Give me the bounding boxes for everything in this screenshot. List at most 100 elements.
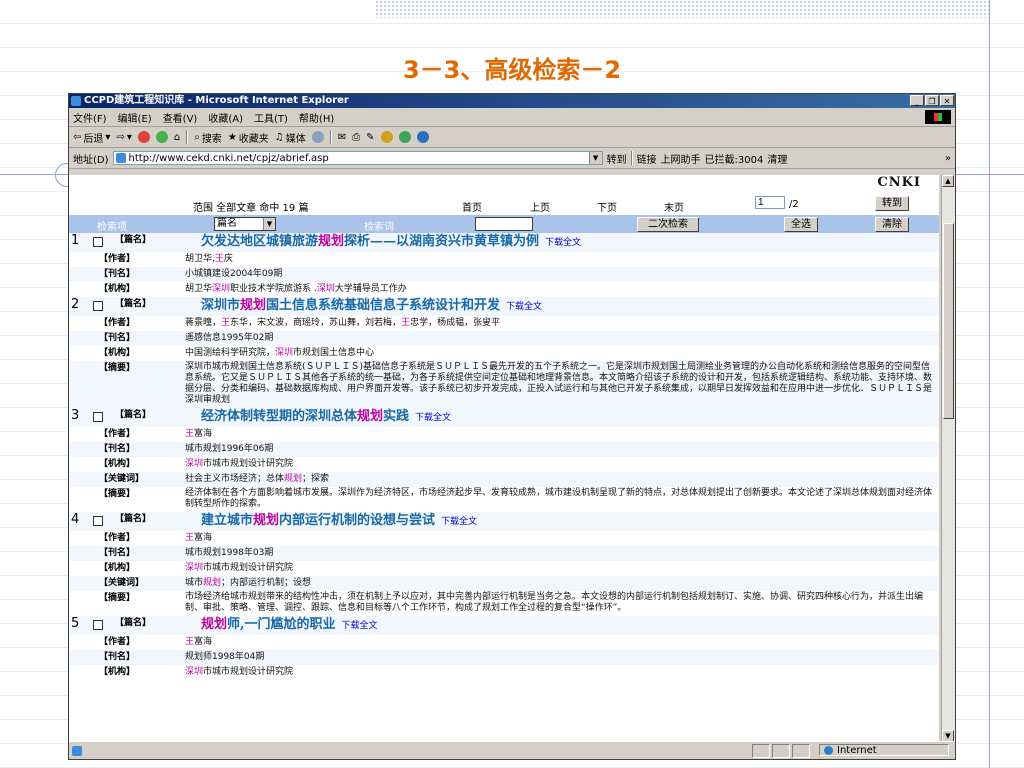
record-abstract: 经济体制在各个方面影响着城市发展。深圳作为经济特区，市场经济起步早、发育较成熟，… (161, 487, 939, 512)
blocked-counter[interactable]: 已拦截:3004 (705, 151, 764, 166)
record-field-label: 【刊名】 (99, 548, 136, 558)
select-all-button[interactable]: 全选 (784, 217, 818, 232)
record-title-link[interactable]: 建立城市规划内部运行机制的设想与尝试 下载全文 (177, 512, 939, 531)
record-title-link[interactable]: 欠发达地区城镇旅游规划探析——以湖南资兴市黄草镇为例 下载全文 (177, 233, 939, 252)
record-field-value: 城市规划1998年03期 (161, 546, 939, 561)
first-page-link[interactable]: 首页 (462, 199, 482, 214)
links-button[interactable]: 链接 (637, 151, 657, 166)
secondary-search-button[interactable]: 二次检索 (637, 217, 699, 232)
close-button[interactable]: ✕ (940, 95, 954, 106)
clear-button[interactable]: 清除 (875, 217, 909, 232)
record-field-label: 【机构】 (99, 459, 136, 469)
value-highlight: 王 (185, 429, 195, 439)
print-button[interactable]: ⎙ (352, 132, 360, 143)
value-text: 蒋景曈， (185, 318, 222, 328)
record-title-link[interactable]: 规划师,一门尴尬的职业 下载全文 (177, 616, 939, 635)
discuss-button[interactable] (380, 131, 393, 143)
pagination-bar: 范围 全部文章 命中 19 篇 首页 上页 下页 末页 /2 转到 (69, 193, 939, 215)
address-label: 地址(D) (73, 154, 109, 166)
record-title-row: 5 【篇名】 规划师,一门尴尬的职业 下载全文 (69, 616, 939, 635)
minimize-button[interactable]: _ (910, 95, 924, 106)
status-cell (792, 744, 810, 758)
more-chevron-icon[interactable]: » (945, 153, 951, 164)
slide-title: 3－3、高级检索－2 (402, 56, 622, 84)
goto-page-button[interactable]: 转到 (875, 196, 909, 211)
record-field-value: 胡卫华,王庆 (161, 252, 939, 267)
prev-page-link[interactable]: 上页 (530, 199, 550, 214)
forward-arrow-icon: ⇨ (116, 131, 125, 143)
favorites-icon: ★ (227, 131, 237, 143)
record-field-label: 【刊名】 (99, 269, 136, 279)
edit-button[interactable]: ✎ (366, 132, 374, 143)
history-button[interactable] (311, 131, 324, 143)
address-input[interactable]: http://www.cekd.cnki.net/cpjz/abrief.asp… (112, 151, 603, 165)
home-button[interactable]: ⌂ (174, 132, 180, 143)
value-text: 经济体制在各个方面影响着城市发展。深圳作为经济特区，市场经济起步早、发育较成熟，… (185, 488, 933, 509)
download-fulltext-link[interactable]: 下载全文 (506, 302, 542, 312)
record-field-row: 【机构】 深圳市城市规划设计研究院 (69, 665, 939, 680)
last-page-link[interactable]: 末页 (664, 199, 684, 214)
value-text: 市城市规划设计研究院 (203, 459, 294, 469)
menu-edit[interactable]: 编辑(E) (118, 110, 152, 125)
record-checkbox[interactable] (93, 301, 103, 311)
helper-button[interactable]: 上网助手 (661, 151, 701, 166)
forward-button[interactable]: ⇨ ▾ (116, 132, 131, 143)
download-fulltext-link[interactable]: 下载全文 (342, 621, 378, 631)
menu-file[interactable]: 文件(F) (73, 110, 107, 125)
go-button[interactable]: 转到 (607, 151, 627, 166)
menu-view[interactable]: 查看(V) (163, 110, 198, 125)
result-record: 4 【篇名】 建立城市规划内部运行机制的设想与尝试 下载全文 【作者】 王富海 【刊名】 城市… (69, 512, 939, 616)
value-text: 胡卫华, (185, 254, 215, 264)
favorites-button[interactable]: ★ 收藏夹 (228, 130, 269, 145)
value-text: 富海 (194, 533, 213, 543)
record-field-value: 小城镇建设2004年09期 (161, 267, 939, 282)
title-highlight: 规划 (357, 409, 384, 424)
restore-button[interactable]: ❐ (925, 95, 939, 106)
record-field-label: 【篇名】 (115, 618, 152, 628)
back-button[interactable]: ⇦ 后退 ▾ (73, 130, 110, 145)
title-highlight: 规划 (318, 234, 345, 249)
field-header: 检索项 (97, 222, 127, 233)
secondary-search-bar: 检索项 篇名 ▼ 检索词 二次检索 全选 清除 (69, 215, 939, 233)
value-text: 胡卫华 (185, 284, 213, 294)
record-field-label: 【作者】 (99, 254, 136, 264)
search-button[interactable]: ⌕ 搜索 (194, 130, 222, 145)
title-text: 国土信息系统基础信息子系统设计和开发 (266, 298, 501, 313)
window-titlebar[interactable]: CCPD建筑工程知识库 - Microsoft Internet Explore… (69, 94, 955, 108)
record-checkbox[interactable] (93, 412, 103, 422)
record-field-label: 【摘要】 (99, 489, 136, 499)
mail-button[interactable]: ✉ (338, 132, 346, 143)
page-number-input[interactable] (755, 196, 785, 209)
chevron-down-icon[interactable]: ▼ (588, 152, 602, 164)
menu-tools[interactable]: 工具(T) (254, 110, 288, 125)
download-fulltext-link[interactable]: 下载全文 (441, 517, 477, 527)
record-number: 2 (71, 297, 80, 312)
record-title-link[interactable]: 深圳市规划国土信息系统基础信息子系统设计和开发 下载全文 (177, 297, 939, 316)
download-fulltext-link[interactable]: 下载全文 (545, 238, 581, 248)
value-highlight: 深圳 (185, 563, 204, 573)
windows-logo-icon (925, 110, 951, 124)
keyword-input[interactable] (475, 217, 533, 231)
record-checkbox[interactable] (93, 237, 103, 247)
menu-bar: 文件(F) 编辑(E) 查看(V) 收藏(A) 工具(T) 帮助(H) (69, 108, 955, 127)
next-page-link[interactable]: 下页 (597, 199, 617, 214)
record-checkbox[interactable] (93, 620, 103, 630)
menu-favorites[interactable]: 收藏(A) (208, 110, 243, 125)
menu-help[interactable]: 帮助(H) (299, 110, 334, 125)
clean-button[interactable]: 清理 (767, 151, 787, 166)
messenger-button[interactable] (398, 131, 411, 143)
scroll-up-icon[interactable]: ▲ (942, 175, 954, 187)
refresh-button[interactable] (155, 131, 168, 143)
record-title-link[interactable]: 经济体制转型期的深圳总体规划实践 下载全文 (177, 408, 939, 427)
refresh-icon (155, 131, 168, 143)
field-select[interactable]: 篇名 ▼ (214, 217, 276, 231)
back-label: 后退 (83, 133, 104, 145)
media-button[interactable]: ♫ 媒体 (275, 130, 306, 145)
toolbar-separator (186, 130, 189, 144)
download-fulltext-link[interactable]: 下载全文 (415, 413, 451, 423)
stop-button[interactable] (137, 131, 150, 143)
research-button[interactable] (416, 131, 429, 143)
record-checkbox[interactable] (93, 516, 103, 526)
vertical-scrollbar[interactable]: ▲ ▼ (941, 175, 955, 742)
scroll-thumb[interactable] (943, 223, 954, 419)
